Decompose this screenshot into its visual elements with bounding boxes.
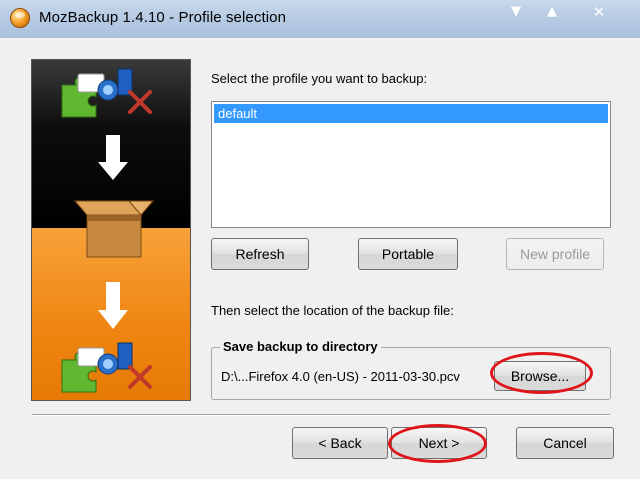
- new-profile-button[interactable]: New profile: [506, 238, 604, 270]
- title-bar[interactable]: MozBackup 1.4.10 - Profile selection ▼ ▲…: [0, 0, 640, 38]
- wizard-banner: [31, 59, 191, 401]
- banner-illustration: [61, 68, 155, 393]
- close-button[interactable]: ✕: [588, 2, 610, 24]
- down-arrow-bottom: [98, 282, 128, 329]
- down-arrow-top: [98, 135, 128, 180]
- refresh-button[interactable]: Refresh: [211, 238, 309, 270]
- mozbackup-window: MozBackup 1.4.10 - Profile selection ▼ ▲…: [0, 0, 640, 479]
- save-directory-group-title: Save backup to directory: [220, 339, 381, 354]
- portable-button[interactable]: Portable: [358, 238, 458, 270]
- extension-icons-top: [61, 68, 152, 118]
- select-profile-label: Select the profile you want to backup:: [211, 71, 428, 86]
- cancel-button[interactable]: Cancel: [516, 427, 614, 459]
- next-button[interactable]: Next >: [391, 427, 487, 459]
- profile-item-default[interactable]: default: [214, 104, 608, 123]
- app-icon: [10, 8, 30, 28]
- profile-listbox[interactable]: default: [211, 101, 611, 228]
- extension-icons-bottom: [61, 342, 152, 393]
- back-button[interactable]: < Back: [292, 427, 388, 459]
- maximize-button[interactable]: ▲: [541, 2, 563, 24]
- browse-button[interactable]: Browse...: [494, 361, 586, 391]
- backup-file-path: D:\...Firefox 4.0 (en-US) - 2011-03-30.p…: [221, 369, 460, 384]
- window-title: MozBackup 1.4.10 - Profile selection: [39, 9, 287, 26]
- box-icon: [73, 200, 155, 258]
- backup-location-label: Then select the location of the backup f…: [211, 303, 454, 318]
- minimize-button[interactable]: ▼: [505, 2, 527, 24]
- footer-separator: [32, 414, 610, 416]
